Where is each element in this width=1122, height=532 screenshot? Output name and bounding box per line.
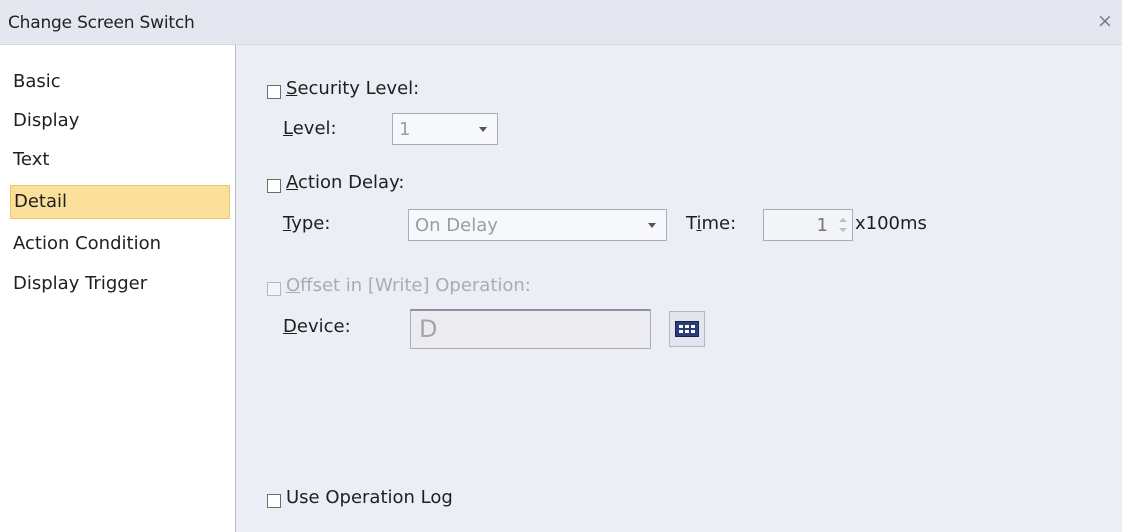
- title-bar: Change Screen Switch ×: [0, 0, 1122, 45]
- security-level-accesskey: S: [286, 78, 298, 99]
- sidebar-item-text[interactable]: Text: [10, 143, 230, 177]
- level-label: Level:: [283, 118, 337, 139]
- offset-write-label-text: ffset in [Write] Operation:: [300, 275, 531, 296]
- use-operation-log-label[interactable]: Use Operation Log: [286, 487, 453, 508]
- device-label-text: evice:: [296, 316, 351, 337]
- type-label: Type:: [283, 213, 330, 234]
- security-level-label[interactable]: Security Level:: [286, 78, 419, 99]
- level-select[interactable]: 1: [392, 113, 498, 145]
- action-delay-accesskey: A: [286, 172, 298, 193]
- window-title: Change Screen Switch: [8, 13, 195, 33]
- device-browse-button[interactable]: [669, 311, 705, 347]
- category-sidebar: Basic Display Text Detail Action Conditi…: [0, 45, 236, 532]
- close-icon[interactable]: ×: [1096, 10, 1114, 32]
- sidebar-item-action-condition[interactable]: Action Condition: [10, 227, 230, 261]
- level-value: 1: [399, 119, 411, 140]
- time-label: Time:: [686, 213, 736, 234]
- offset-write-label: Offset in [Write] Operation:: [286, 275, 531, 296]
- chevron-down-icon: [648, 223, 656, 228]
- sidebar-item-display[interactable]: Display: [10, 104, 230, 138]
- time-value: 1: [816, 215, 828, 236]
- spin-up-icon[interactable]: [839, 218, 847, 222]
- security-level-label-text: ecurity Level:: [297, 78, 420, 99]
- time-label-text: me:: [701, 213, 737, 234]
- level-accesskey: L: [283, 118, 293, 139]
- spin-down-icon[interactable]: [839, 228, 847, 232]
- use-operation-log-checkbox[interactable]: [267, 494, 281, 508]
- device-accesskey: D: [283, 316, 297, 337]
- offset-write-accesskey: O: [286, 275, 301, 296]
- time-unit-label: x100ms: [855, 213, 927, 234]
- type-label-text: ype:: [291, 213, 331, 234]
- chevron-down-icon: [479, 127, 487, 132]
- sidebar-item-basic[interactable]: Basic: [10, 65, 230, 99]
- time-label-prefix: T: [686, 213, 697, 234]
- device-label: Device:: [283, 316, 351, 337]
- time-spinbox[interactable]: 1: [763, 209, 853, 241]
- sidebar-item-display-trigger[interactable]: Display Trigger: [10, 267, 230, 301]
- device-input[interactable]: D: [410, 309, 651, 349]
- type-accesskey: T: [283, 213, 292, 234]
- type-select[interactable]: On Delay: [408, 209, 667, 241]
- device-value: D: [419, 315, 438, 343]
- action-delay-checkbox[interactable]: [267, 179, 281, 193]
- sidebar-item-detail[interactable]: Detail: [10, 185, 230, 219]
- spin-buttons[interactable]: [834, 210, 852, 240]
- security-level-checkbox[interactable]: [267, 85, 281, 99]
- level-label-text: evel:: [292, 118, 337, 139]
- type-value: On Delay: [415, 215, 498, 236]
- device-browser-icon: [675, 321, 699, 337]
- action-delay-label[interactable]: Action Delay:: [286, 172, 404, 193]
- offset-write-checkbox[interactable]: [267, 282, 281, 296]
- detail-panel: Security Level: Level: 1 Action Delay: T…: [236, 45, 1122, 532]
- action-delay-label-text: ction Delay:: [298, 172, 405, 193]
